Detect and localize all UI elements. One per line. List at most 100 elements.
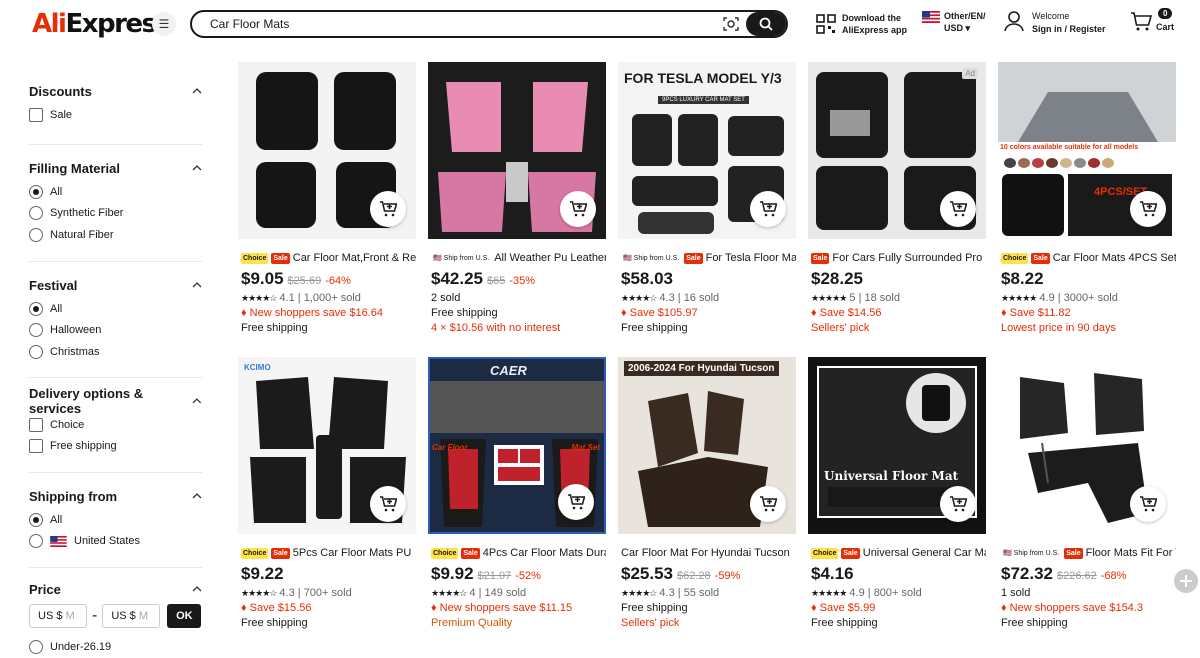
price-row: $9.92 $21.07 -52% — [428, 564, 606, 586]
add-cart-icon — [568, 494, 585, 510]
filter-option-all[interactable]: All — [29, 298, 202, 320]
aliexpress-logo[interactable]: AliExpress — [32, 9, 171, 39]
filter-option-all[interactable]: All — [29, 509, 202, 531]
filter-shipping-header[interactable]: Shipping from — [29, 483, 202, 509]
radio-selected[interactable] — [29, 512, 43, 527]
radio[interactable] — [29, 534, 43, 549]
product-title[interactable]: 🇺🇸 Ship from U.S. All Weather Pu Leather — [428, 251, 606, 265]
download-app[interactable]: Download the AliExpress app — [816, 12, 907, 36]
add-to-cart-button[interactable] — [370, 486, 406, 522]
sale-tag: Sale — [1064, 547, 1083, 559]
menu-icon[interactable]: ☰ — [152, 12, 176, 36]
language-currency[interactable]: Other/EN/USD ▾ — [922, 10, 986, 34]
currency: US $ — [111, 610, 136, 622]
price-row: $4.16 — [808, 564, 986, 586]
product-title[interactable]: Choice Sale Universal General Car Mats — [808, 546, 986, 560]
filter-option-free-shipping[interactable]: Free shipping — [29, 436, 202, 458]
filter-option-choice[interactable]: Choice — [29, 414, 202, 436]
scroll-top-button[interactable] — [1174, 569, 1198, 593]
product-image[interactable] — [428, 62, 606, 239]
search-input[interactable] — [210, 14, 690, 34]
product-card[interactable]: 2006-2024 For Hyundai Tucson Car Floor M… — [618, 357, 796, 631]
qr-code-icon — [816, 14, 836, 34]
product-card[interactable]: KCIMO Choice Sale 5Pcs Car Floor Mats PU $… — [238, 357, 416, 631]
filter-option-synthetic[interactable]: Synthetic Fiber — [29, 203, 202, 225]
product-image[interactable]: Ad — [808, 62, 986, 239]
product-image[interactable]: Universal Floor Mat — [808, 357, 986, 534]
filter-option-sale[interactable]: Sale — [29, 104, 202, 126]
product-image[interactable]: 10 colors available suitable for all mod… — [998, 62, 1176, 239]
add-to-cart-button[interactable] — [940, 486, 976, 522]
product-title[interactable]: ChoiceSale4Pcs Car Floor Mats Durable — [428, 546, 606, 560]
product-image[interactable] — [998, 357, 1176, 534]
product-card[interactable]: CAER Car Floor Mat Set Choice Sale 4Pcs Ca… — [428, 357, 606, 631]
add-to-cart-button[interactable] — [750, 191, 786, 227]
radio[interactable] — [29, 639, 43, 654]
radio-selected[interactable] — [29, 184, 43, 199]
account[interactable]: Welcome Sign in / Register — [1004, 10, 1106, 36]
add-cart-icon — [760, 496, 777, 512]
radio[interactable] — [29, 323, 43, 338]
filter-option-all[interactable]: All — [29, 181, 202, 203]
product-card[interactable]: Ad Sale For Cars Fully Surrounded Pro $28… — [808, 62, 986, 336]
product-title[interactable]: Choice Sale Car Floor Mats 4PCS Set — [998, 251, 1176, 265]
product-card[interactable]: Universal Floor Mat Choice Sale Universal … — [808, 357, 986, 631]
add-to-cart-button[interactable] — [370, 191, 406, 227]
price-max-input[interactable]: US $ M — [102, 604, 161, 628]
product-card[interactable]: 🇺🇸 Ship from U.S. Sale Floor Mats Fit For … — [998, 357, 1176, 631]
filter-option-under[interactable]: Under-26.19 — [29, 636, 202, 658]
add-to-cart-button[interactable] — [558, 484, 594, 520]
filter-option-us[interactable]: United States — [29, 531, 202, 553]
product-title[interactable]: Choice Sale 5Pcs Car Floor Mats PU — [238, 546, 416, 560]
radio[interactable] — [29, 344, 43, 359]
add-to-cart-button[interactable] — [750, 486, 786, 522]
price-min-input[interactable]: US $ M — [29, 604, 87, 628]
sale-tag: Sale — [1031, 252, 1050, 264]
radio-selected[interactable] — [29, 301, 43, 316]
option-label: Christmas — [50, 345, 100, 358]
old-price: $62.28 — [677, 570, 711, 582]
filter-festival-header[interactable]: Festival — [29, 272, 202, 298]
cart-button[interactable]: 0 Cart — [1130, 8, 1174, 32]
filter-discounts-header[interactable]: Discounts — [29, 78, 202, 104]
filter-price-header[interactable]: Price — [29, 578, 202, 600]
add-to-cart-button[interactable] — [1130, 486, 1166, 522]
add-to-cart-button[interactable] — [940, 191, 976, 227]
product-title[interactable]: 🇺🇸 Ship from U.S. Sale For Tesla Floor Mat… — [618, 251, 796, 265]
product-image[interactable] — [238, 62, 416, 239]
checkbox[interactable] — [29, 107, 43, 122]
product-image[interactable]: FOR TESLA MODEL Y/3 9PCS LUXURY CAR MAT … — [618, 62, 796, 239]
product-card[interactable]: 🇺🇸 Ship from U.S. All Weather Pu Leather … — [428, 62, 606, 336]
price-row: $42.25 $65 -35% — [428, 269, 606, 291]
filter-option-natural[interactable]: Natural Fiber — [29, 224, 202, 246]
old-price: $226.62 — [1057, 570, 1097, 582]
product-title[interactable]: Sale For Cars Fully Surrounded Pro — [808, 251, 986, 265]
product-title[interactable]: 🇺🇸 Ship from U.S. Sale Floor Mats Fit For … — [998, 546, 1176, 560]
filter-filling-header[interactable]: Filling Material — [29, 155, 202, 181]
filter-option-halloween[interactable]: Halloween — [29, 320, 202, 342]
product-image[interactable]: KCIMO — [238, 357, 416, 534]
add-to-cart-button[interactable] — [1130, 191, 1166, 227]
checkbox[interactable] — [29, 439, 43, 454]
promo-text: New shoppers save $154.3 — [1009, 602, 1143, 614]
price-ok-button[interactable]: OK — [167, 604, 202, 628]
stars: ★★★★☆ — [621, 588, 657, 598]
product-card[interactable]: FOR TESLA MODEL Y/3 9PCS LUXURY CAR MAT … — [618, 62, 796, 336]
filter-delivery-header[interactable]: Delivery options & services — [29, 386, 202, 416]
chevron-up-icon — [192, 282, 202, 288]
product-image[interactable]: CAER Car Floor Mat Set — [428, 357, 606, 534]
product-title[interactable]: Choice Sale Car Floor Mat,Front & Rear — [238, 251, 416, 265]
radio[interactable] — [29, 206, 43, 221]
product-title[interactable]: Car Floor Mat For Hyundai Tucson — [618, 546, 796, 560]
filter-option-christmas[interactable]: Christmas — [29, 341, 202, 363]
checkbox[interactable] — [29, 417, 43, 432]
product-card[interactable]: 10 colors available suitable for all mod… — [998, 62, 1176, 336]
radio[interactable] — [29, 227, 43, 242]
camera-search-icon[interactable] — [722, 15, 740, 33]
sign-in-link[interactable]: Sign in / Register — [1032, 24, 1106, 34]
add-to-cart-button[interactable] — [560, 191, 596, 227]
product-image[interactable]: 2006-2024 For Hyundai Tucson — [618, 357, 796, 534]
filter-title: Shipping from — [29, 488, 118, 504]
search-button[interactable] — [746, 12, 786, 36]
product-card[interactable]: Choice Sale Car Floor Mat,Front & Rear $9.… — [238, 62, 416, 336]
